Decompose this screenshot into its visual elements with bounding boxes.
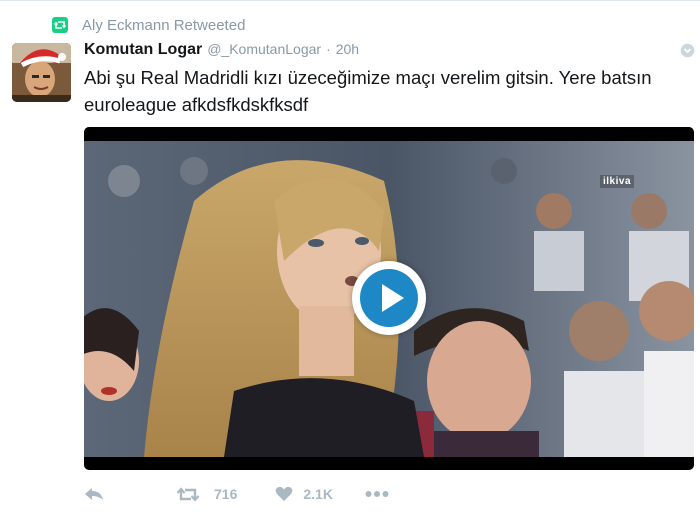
retweet-button[interactable]: 716 <box>176 486 237 502</box>
more-icon <box>365 490 389 498</box>
author-username[interactable]: @_KomutanLogar <box>207 41 321 57</box>
play-icon <box>360 269 418 327</box>
heart-icon <box>275 486 293 502</box>
tweet-text-line: Abi şu Real Madridli kızı üzeceğimize ma… <box>84 67 652 88</box>
more-button[interactable] <box>365 490 389 498</box>
separator-dot: · <box>326 41 331 57</box>
retweet-count: 716 <box>214 486 238 502</box>
like-count: 2.1K <box>303 486 333 502</box>
tweet-text: Abi şu Real Madridli kızı üzeceğimize ma… <box>84 64 692 118</box>
tweet[interactable]: Aly Eckmann Retweeted Komutan Logar @_Ko… <box>0 0 700 516</box>
retweet-icon <box>52 17 68 33</box>
tweet-text-line: euroleague afkdsfkdskfksdf <box>84 94 309 115</box>
chevron-down-icon[interactable] <box>680 43 695 58</box>
tweet-timestamp[interactable]: 20h <box>336 41 359 57</box>
reply-button[interactable] <box>84 487 104 501</box>
channel-watermark: ilkiva <box>600 175 635 188</box>
video-player[interactable]: ilkiva <box>84 127 694 470</box>
retweet-icon <box>176 486 200 502</box>
tweet-header: Komutan Logar @_KomutanLogar · 20h <box>84 41 359 59</box>
tweet-actions: 716 2.1K <box>84 483 389 505</box>
reply-icon <box>84 487 104 501</box>
retweet-context: Aly Eckmann Retweeted <box>52 15 245 35</box>
author-fullname[interactable]: Komutan Logar <box>84 41 202 59</box>
like-button[interactable]: 2.1K <box>275 486 333 502</box>
play-button[interactable] <box>352 261 426 335</box>
avatar[interactable] <box>12 43 71 102</box>
retweeted-by-link[interactable]: Aly Eckmann Retweeted <box>82 17 245 34</box>
